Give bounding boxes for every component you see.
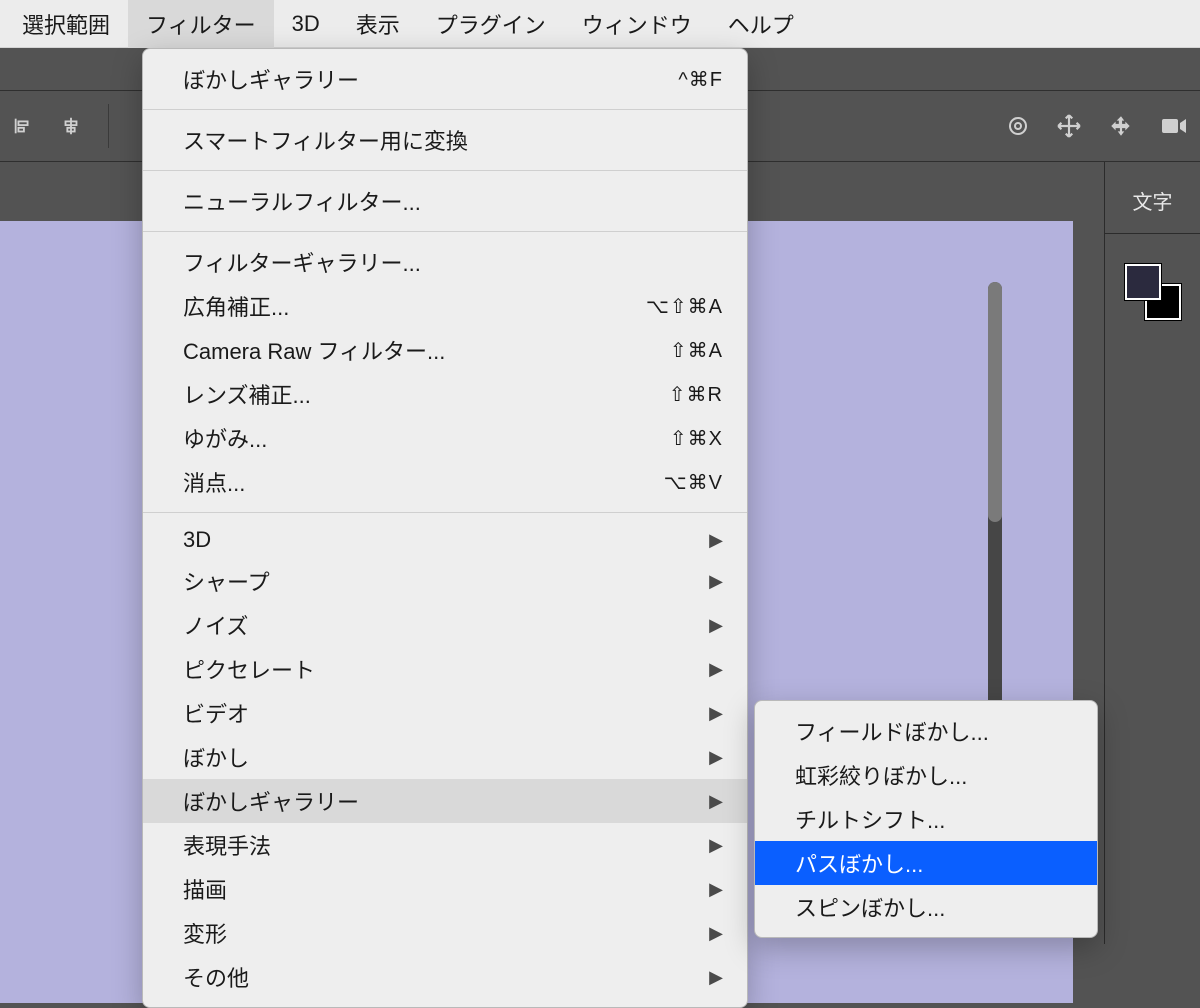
menu-3d[interactable]: 3D: [274, 3, 338, 45]
menu-window[interactable]: ウィンドウ: [564, 0, 710, 48]
submenu-field-blur[interactable]: フィールドぼかし...: [755, 709, 1097, 753]
chevron-right-icon: ▶: [709, 659, 723, 680]
right-panel: 文字: [1104, 162, 1200, 944]
move-icon[interactable]: [1056, 113, 1082, 139]
menu-label: その他: [183, 961, 709, 993]
filter-video[interactable]: ビデオ ▶: [143, 691, 747, 735]
camera-icon[interactable]: [1160, 116, 1188, 136]
menu-label: 表現手法: [183, 829, 709, 861]
filter-render[interactable]: 描画 ▶: [143, 867, 747, 911]
menu-select[interactable]: 選択範囲: [4, 0, 128, 48]
menu-label: ビデオ: [183, 697, 709, 729]
menu-view[interactable]: 表示: [338, 0, 418, 48]
filter-blur[interactable]: ぼかし ▶: [143, 735, 747, 779]
menu-shortcut: ⇧⌘A: [670, 338, 723, 363]
target-icon[interactable]: [1006, 114, 1030, 138]
toolbar-separator: [108, 104, 109, 148]
chevron-right-icon: ▶: [709, 923, 723, 944]
menu-label: ピクセレート: [183, 653, 709, 685]
menu-separator: [143, 231, 747, 232]
menu-label: スマートフィルター用に変換: [183, 124, 723, 156]
menu-label: ぼかしギャラリー: [183, 63, 678, 95]
menu-separator: [143, 170, 747, 171]
filter-sharpen[interactable]: シャープ ▶: [143, 559, 747, 603]
chevron-right-icon: ▶: [709, 879, 723, 900]
filter-lens-correction[interactable]: レンズ補正... ⇧⌘R: [143, 372, 747, 416]
menu-label: シャープ: [183, 565, 709, 597]
submenu-spin-blur[interactable]: スピンぼかし...: [755, 885, 1097, 929]
filter-gallery[interactable]: フィルターギャラリー...: [143, 240, 747, 284]
submenu-path-blur[interactable]: パスぼかし...: [755, 841, 1097, 885]
menu-label: ぼかしギャラリー: [183, 785, 709, 817]
filter-distort[interactable]: 変形 ▶: [143, 911, 747, 955]
menu-shortcut: ⇧⌘X: [670, 426, 723, 451]
chevron-right-icon: ▶: [709, 835, 723, 856]
menu-label: 変形: [183, 917, 709, 949]
panel-tab-character[interactable]: 文字: [1105, 162, 1200, 234]
chevron-right-icon: ▶: [709, 747, 723, 768]
menu-label: 3D: [183, 527, 709, 553]
align-left-icon[interactable]: [12, 115, 34, 137]
menu-help[interactable]: ヘルプ: [710, 0, 812, 48]
chevron-right-icon: ▶: [709, 530, 723, 551]
menu-shortcut: ⌥⌘V: [664, 470, 723, 495]
menu-label: 広角補正...: [183, 290, 646, 322]
menu-label: ニューラルフィルター...: [183, 185, 723, 217]
filter-dropdown: ぼかしギャラリー ^⌘F スマートフィルター用に変換 ニューラルフィルター...…: [142, 48, 748, 1008]
menu-plugin[interactable]: プラグイン: [418, 0, 564, 48]
foreground-swatch[interactable]: [1125, 264, 1161, 300]
menu-shortcut: ⇧⌘R: [669, 382, 723, 407]
filter-camera-raw[interactable]: Camera Raw フィルター... ⇧⌘A: [143, 328, 747, 372]
filter-liquify[interactable]: ゆがみ... ⇧⌘X: [143, 416, 747, 460]
scrollbar-thumb[interactable]: [988, 282, 1002, 522]
fg-bg-swatch[interactable]: [1125, 264, 1181, 320]
menu-label: ゆがみ...: [183, 422, 670, 454]
menubar: 選択範囲 フィルター 3D 表示 プラグイン ウィンドウ ヘルプ: [0, 0, 1200, 48]
menu-label: ノイズ: [183, 609, 709, 641]
chevron-right-icon: ▶: [709, 967, 723, 988]
menu-label: Camera Raw フィルター...: [183, 334, 670, 366]
filter-vanishing-point[interactable]: 消点... ⌥⌘V: [143, 460, 747, 504]
filter-other[interactable]: その他 ▶: [143, 955, 747, 999]
filter-last[interactable]: ぼかしギャラリー ^⌘F: [143, 57, 747, 101]
blur-gallery-submenu: フィールドぼかし... 虹彩絞りぼかし... チルトシフト... パスぼかし..…: [754, 700, 1098, 938]
filter-convert-smart[interactable]: スマートフィルター用に変換: [143, 118, 747, 162]
menu-label: フィルターギャラリー...: [183, 246, 723, 278]
menu-shortcut: ⌥⇧⌘A: [646, 294, 723, 319]
chevron-right-icon: ▶: [709, 703, 723, 724]
filter-neural[interactable]: ニューラルフィルター...: [143, 179, 747, 223]
transform-icon[interactable]: [1108, 113, 1134, 139]
filter-3d[interactable]: 3D ▶: [143, 521, 747, 559]
chevron-right-icon: ▶: [709, 615, 723, 636]
menu-label: 消点...: [183, 466, 664, 498]
align-center-icon[interactable]: [60, 115, 82, 137]
filter-noise[interactable]: ノイズ ▶: [143, 603, 747, 647]
filter-blur-gallery[interactable]: ぼかしギャラリー ▶: [143, 779, 747, 823]
menu-label: ぼかし: [183, 741, 709, 773]
menu-label: 描画: [183, 873, 709, 905]
color-swatches: [1105, 234, 1200, 350]
menu-filter[interactable]: フィルター: [128, 0, 274, 48]
menu-label: レンズ補正...: [183, 378, 669, 410]
menu-shortcut: ^⌘F: [678, 67, 723, 92]
submenu-tilt-shift[interactable]: チルトシフト...: [755, 797, 1097, 841]
menu-separator: [143, 109, 747, 110]
menu-separator: [143, 512, 747, 513]
filter-pixelate[interactable]: ピクセレート ▶: [143, 647, 747, 691]
filter-stylize[interactable]: 表現手法 ▶: [143, 823, 747, 867]
chevron-right-icon: ▶: [709, 791, 723, 812]
filter-wide-angle[interactable]: 広角補正... ⌥⇧⌘A: [143, 284, 747, 328]
chevron-right-icon: ▶: [709, 571, 723, 592]
submenu-iris-blur[interactable]: 虹彩絞りぼかし...: [755, 753, 1097, 797]
